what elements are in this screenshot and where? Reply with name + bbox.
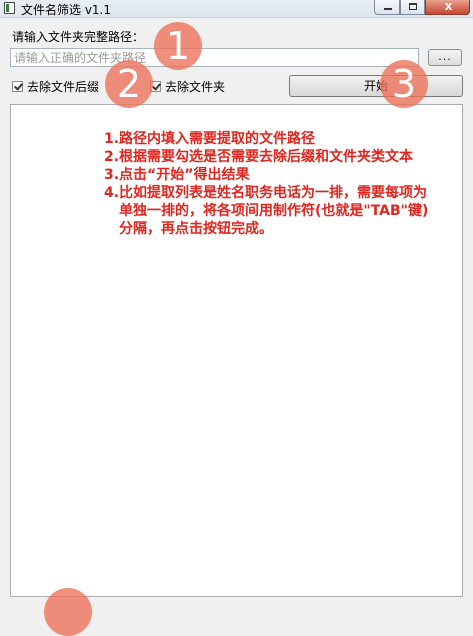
instruction-line-4: 4.比如提取列表是姓名职务电话为一排，需要每项为 bbox=[104, 185, 428, 201]
path-label: 请输入文件夹完整路径： bbox=[12, 30, 145, 44]
window-title: 文件名筛选 v1.1 bbox=[21, 3, 112, 17]
minimize-button[interactable] bbox=[374, 0, 400, 15]
title-bar: 文件名筛选 v1.1 x bbox=[0, 0, 473, 18]
close-button[interactable]: x bbox=[425, 0, 470, 15]
step-marker-3: 3 bbox=[380, 60, 428, 108]
maximize-icon bbox=[409, 3, 417, 10]
step-marker-4 bbox=[44, 588, 92, 636]
remove-suffix-label: 去除文件后缀 bbox=[27, 80, 100, 94]
step-marker-2: 2 bbox=[105, 60, 153, 108]
instruction-line-5: 单独一排的，将各项间用制作符(也就是"TAB"键) bbox=[119, 203, 429, 219]
instruction-text: 1.路径内填入需要提取的文件路径 2.根据需要勾选是否需要去除后缀和文件夹类文本… bbox=[104, 130, 464, 238]
start-button[interactable]: 开始 bbox=[289, 75, 463, 97]
maximize-button[interactable] bbox=[400, 0, 425, 15]
checkbox-checked-icon bbox=[12, 81, 23, 92]
instruction-line-6: 分隔，再点击按钮完成。 bbox=[119, 221, 273, 237]
remove-folder-label: 去除文件夹 bbox=[165, 80, 226, 94]
remove-folder-checkbox[interactable]: 去除文件夹 bbox=[150, 78, 225, 95]
path-input[interactable] bbox=[10, 48, 419, 67]
instruction-line-2: 2.根据需要勾选是否需要去除后缀和文件夹类文本 bbox=[104, 149, 414, 165]
app-icon bbox=[4, 2, 15, 14]
step-marker-1: 1 bbox=[154, 22, 202, 70]
close-icon: x bbox=[444, 0, 453, 13]
instruction-line-3: 3.点击“开始”得出结果 bbox=[104, 167, 250, 183]
browse-button[interactable]: ... bbox=[428, 49, 462, 66]
minimize-icon bbox=[384, 8, 392, 10]
remove-suffix-checkbox[interactable]: 去除文件后缀 bbox=[12, 78, 99, 95]
instruction-line-1: 1.路径内填入需要提取的文件路径 bbox=[104, 131, 316, 147]
